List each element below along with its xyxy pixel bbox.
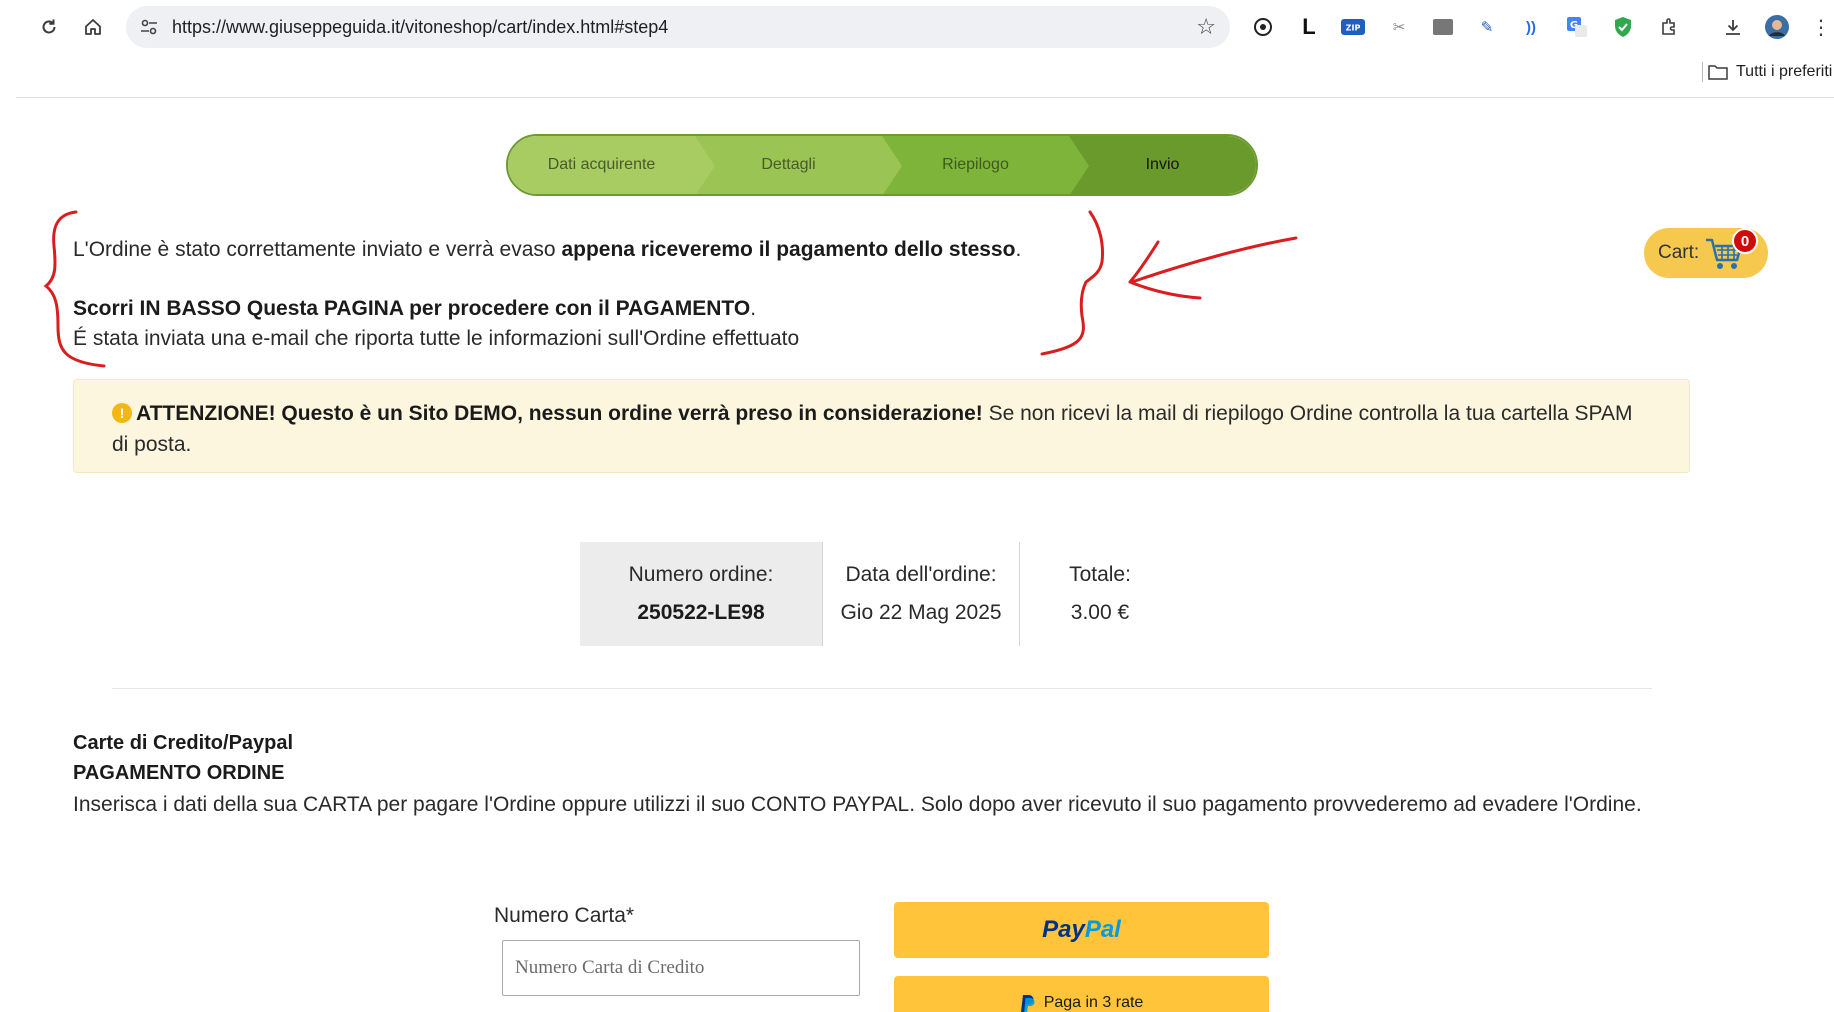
chat-extension-icon[interactable] [1250,14,1276,40]
svg-text:ZIP: ZIP [1346,24,1361,33]
scroll-instruction: Scorri IN BASSO Questa PAGINA per proced… [73,297,756,321]
confirmation-bold: appena riceveremo il pagamento dello ste… [561,238,1016,261]
payment-title: Carte di Credito/Paypal [73,732,294,754]
step-riepilogo: Riepilogo [882,136,1089,194]
order-total-label: Totale: [1069,563,1131,586]
step-arrow [1069,136,1089,194]
browser-menu-icon[interactable]: ⋮ [1808,14,1834,40]
cart-label[interactable]: Cart: [1658,242,1699,264]
alert-bold: ATTENZIONE! Questo è un Sito DEMO, nessu… [136,402,983,425]
order-date-cell: Data dell'ordine: Gio 22 Mag 2025 [822,542,1020,646]
shield-extension-icon[interactable] [1610,14,1636,40]
order-number-cell: Numero ordine: 250522-LE98 [580,542,822,646]
home-icon[interactable] [78,12,108,42]
pen-extension-icon[interactable]: ✎ [1474,14,1500,40]
order-summary: Numero ordine: 250522-LE98 Data dell'ord… [580,542,1180,646]
download-icon[interactable] [1720,14,1746,40]
order-total-value: 3.00 € [1070,601,1130,624]
step-label: Invio [1145,156,1180,173]
bookmarks-separator [1702,62,1703,82]
step-arrow [882,136,902,194]
paypal-button[interactable]: Pay Pal [894,902,1269,958]
right-bracket-annotation [1040,210,1104,356]
payment-description: Inserisca i dati della sua CARTA per pag… [73,793,1642,816]
order-number-label: Numero ordine: [628,563,774,586]
folder-icon [1708,65,1728,80]
card-number-label: Numero Carta* [494,904,635,927]
cart-count-badge: 0 [1732,228,1758,254]
translate-extension-icon[interactable]: G [1564,14,1590,40]
url-text[interactable]: https://www.giuseppeguida.it/vitoneshop/… [172,17,668,38]
zip-extension-icon[interactable]: ZIP [1340,14,1366,40]
order-date-label: Data dell'ordine: [845,563,997,586]
pay-later-label: Paga in 3 rate [1043,994,1144,1011]
site-settings-icon[interactable] [138,16,160,38]
confirmation-end: . [1015,238,1022,261]
demo-warning-alert: ! ATTENZIONE! Questo è un Sito DEMO, ness… [73,379,1690,473]
paypal-pay-later-button[interactable]: Paga in 3 rate [894,976,1269,1012]
step-invio: Invio [1069,136,1256,194]
order-date-value: Gio 22 Mag 2025 [840,601,1002,624]
all-bookmarks-folder[interactable]: Tutti i preferiti [1708,63,1832,81]
scroll-instruction-end: . [750,297,757,320]
step-arrow [695,136,715,194]
audio-extension-icon[interactable]: )) [1518,14,1544,40]
step-label: Riepilogo [942,156,1009,173]
reload-icon[interactable] [34,12,64,42]
extensions-puzzle-icon[interactable] [1656,14,1682,40]
address-bar[interactable]: https://www.giuseppeguida.it/vitoneshop/… [126,6,1230,48]
bookmark-star-icon[interactable]: ☆ [1196,14,1216,40]
paypal-logo-pay: Pay [1042,916,1085,943]
order-number-value: 250522-LE98 [637,601,765,624]
profile-avatar[interactable] [1764,14,1790,40]
step-label: Dettagli [761,156,816,173]
window-extension-icon[interactable] [1430,14,1456,40]
browser-chrome: https://www.giuseppeguida.it/vitoneshop/… [0,0,1834,98]
paypal-logo-pal: Pal [1084,916,1121,943]
card-number-input[interactable] [502,940,860,996]
confirmation-line-1: L'Ordine è stato correttamente inviato e… [73,238,1021,262]
step-dati-acquirente: Dati acquirente [508,136,715,194]
info-icon: ! [112,403,132,423]
pointing-arrow-annotation [1128,236,1298,300]
scissors-extension-icon[interactable]: ✂ [1386,14,1412,40]
step-label: Dati acquirente [547,156,656,173]
order-total-cell: Totale: 3.00 € [1020,542,1180,646]
email-sent-notice: É stata inviata una e-mail che riporta t… [73,327,800,350]
l-extension-icon[interactable]: L [1296,14,1322,40]
checkout-stepper: Dati acquirente Dettagli Riepilogo Invio [506,134,1258,196]
section-divider [112,688,1652,689]
confirmation-text: L'Ordine è stato correttamente inviato e… [73,238,562,261]
paypal-p-icon [1020,995,1035,1012]
bookmarks-bar: Tutti i preferiti [16,58,1834,98]
cart-button[interactable]: Cart: 0 [1644,228,1768,278]
payment-subtitle: PAGAMENTO ORDINE [73,762,285,784]
step-dettagli: Dettagli [695,136,902,194]
all-bookmarks-label[interactable]: Tutti i preferiti [1736,63,1832,81]
scroll-instruction-bold: Scorri IN BASSO Questa PAGINA per proced… [73,297,751,320]
